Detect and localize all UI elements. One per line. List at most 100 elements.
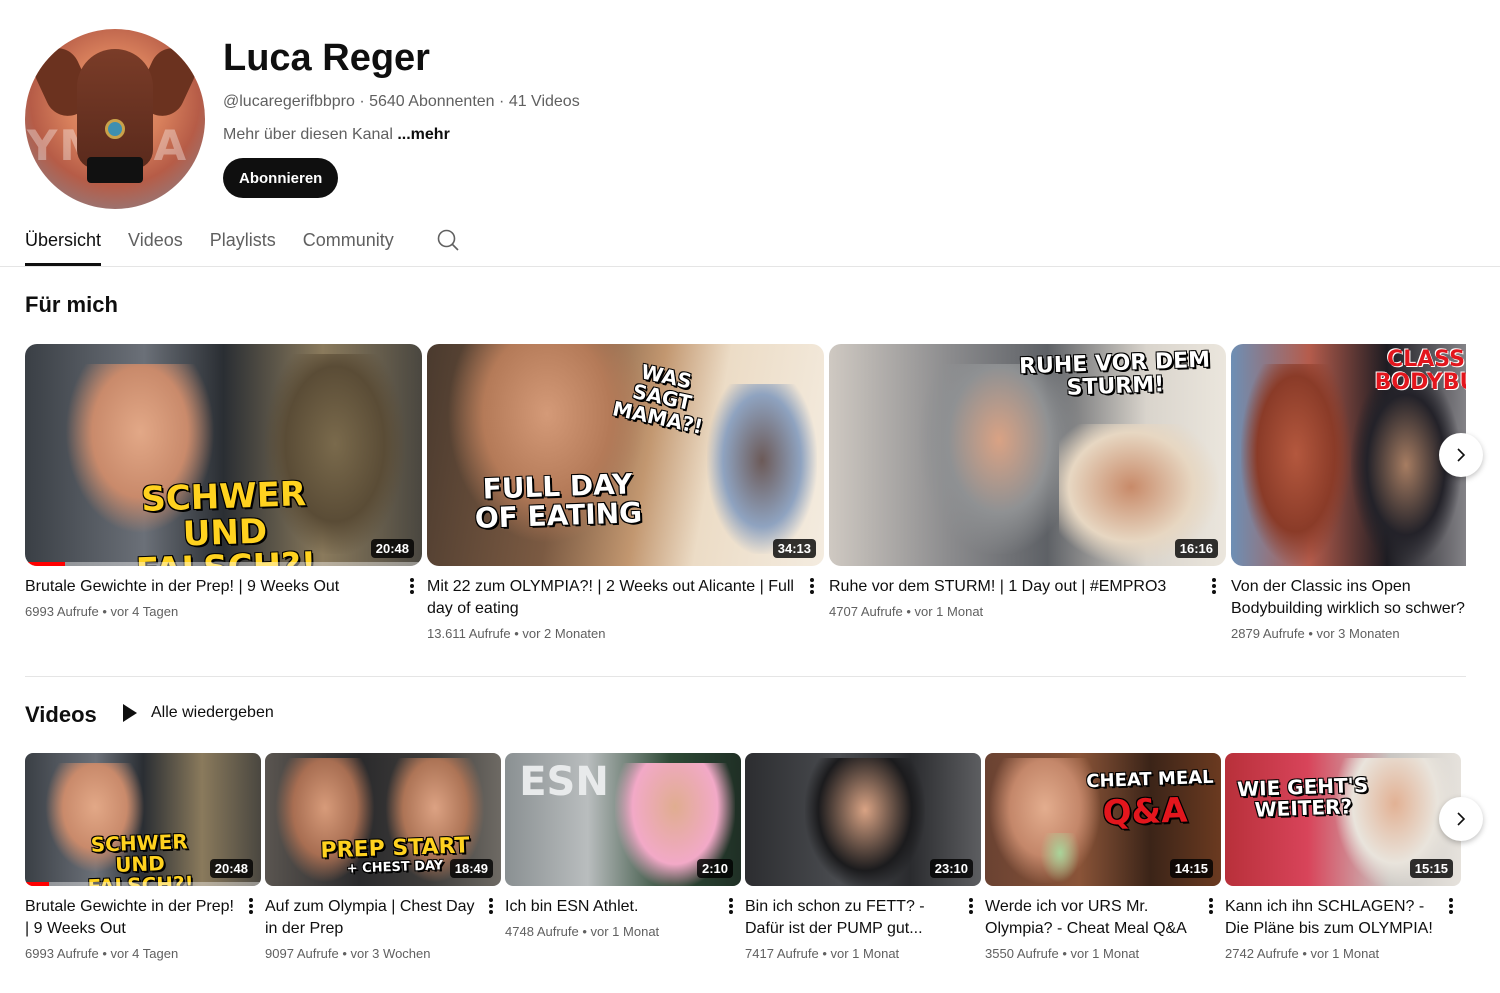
video-card[interactable]: CLASS BODYBU Von der Classic ins Open Bo… <box>1231 344 1466 641</box>
thumbnail-caption: ESN <box>519 759 609 805</box>
upload-age: vor 1 Monat <box>1310 946 1380 961</box>
video-card[interactable]: PREP START + CHEST DAY 18:49 Auf zum Oly… <box>265 753 501 961</box>
view-count: 7417 Aufrufe <box>745 946 819 961</box>
video-duration: 14:15 <box>1169 859 1213 878</box>
view-count: 13.611 Aufrufe <box>427 626 511 641</box>
kebab-menu-icon[interactable] <box>1449 898 1453 916</box>
video-meta: 4748 Aufrufe • vor 1 Monat <box>505 924 660 939</box>
upload-age: vor 4 Tagen <box>110 604 179 619</box>
video-title[interactable]: Ruhe vor dem STURM! | 1 Day out | #EMPRO… <box>829 576 1202 598</box>
tab-videos[interactable]: Videos <box>128 222 183 266</box>
kebab-menu-icon[interactable] <box>249 898 253 916</box>
video-title[interactable]: Von der Classic ins Open Bodybuilding wi… <box>1231 576 1466 620</box>
search-icon[interactable] <box>436 228 460 252</box>
section-title-videos: Videos <box>25 702 97 727</box>
view-count: 6993 Aufrufe <box>25 946 99 961</box>
description-text: Mehr über diesen Kanal <box>223 126 393 143</box>
channel-meta: @lucaregerifbbpro · 5640 Abonnenten · 41… <box>223 93 580 111</box>
video-title[interactable]: Brutale Gewichte in der Prep! | 9 Weeks … <box>25 896 239 940</box>
view-count: 9097 Aufrufe <box>265 946 339 961</box>
upload-age: vor 1 Monat <box>590 924 660 939</box>
view-count: 4748 Aufrufe <box>505 924 579 939</box>
thumbnail-figure <box>1351 384 1461 564</box>
video-thumbnail[interactable]: CHEAT MEAL Q&A 14:15 <box>985 753 1221 886</box>
play-all-button[interactable]: Alle wiedergeben <box>120 704 274 722</box>
watch-progress <box>25 562 65 566</box>
video-meta: 6993 Aufrufe • vor 4 Tagen <box>25 946 179 961</box>
kebab-menu-icon[interactable] <box>410 578 414 596</box>
video-title[interactable]: Auf zum Olympia | Chest Day in der Prep <box>265 896 479 940</box>
video-details: Ruhe vor dem STURM! | 1 Day out | #EMPRO… <box>829 576 1226 619</box>
video-card[interactable]: ESN 2:10 Ich bin ESN Athlet. 4748 Aufruf… <box>505 753 741 939</box>
upload-age: vor 1 Monat <box>830 946 900 961</box>
video-card[interactable]: WIE GEHT'S WEITER? 15:15 Kann ich ihn SC… <box>1225 753 1461 961</box>
upload-age: vor 2 Monaten <box>522 626 606 641</box>
kebab-menu-icon[interactable] <box>489 898 493 916</box>
video-card[interactable]: CHEAT MEAL Q&A 14:15 Werde ich vor URS M… <box>985 753 1221 961</box>
video-meta: 3550 Aufrufe • vor 1 Monat <box>985 946 1140 961</box>
thumbnail-ice-cream <box>1040 833 1080 883</box>
video-thumbnail[interactable]: WIE GEHT'S WEITER? 15:15 <box>1225 753 1461 886</box>
video-title[interactable]: Werde ich vor URS Mr. Olympia? - Cheat M… <box>985 896 1199 940</box>
thumbnail-figure-blurred <box>707 384 817 554</box>
video-thumbnail[interactable]: RUHE VOR DEM STURM! 16:16 <box>829 344 1226 566</box>
video-card[interactable]: RUHE VOR DEM STURM! 16:16 Ruhe vor dem S… <box>829 344 1226 619</box>
video-title[interactable]: Ich bin ESN Athlet. <box>505 896 719 918</box>
subscriber-count: 5640 Abonnenten <box>369 93 495 110</box>
next-arrow-button[interactable] <box>1439 797 1483 841</box>
video-thumbnail[interactable]: SCHWER UND FALSCH?! 20:48 <box>25 753 261 886</box>
video-thumbnail[interactable]: PREP START + CHEST DAY 18:49 <box>265 753 501 886</box>
watch-progress <box>25 882 49 886</box>
tab-playlists[interactable]: Playlists <box>210 222 276 266</box>
video-title[interactable]: Bin ich schon zu FETT? - Dafür ist der P… <box>745 896 959 940</box>
video-title[interactable]: Brutale Gewichte in der Prep! | 9 Weeks … <box>25 576 398 598</box>
thumbnail-caption: SCHWER UND FALSCH?! <box>87 829 195 886</box>
view-count: 2879 Aufrufe <box>1231 626 1305 641</box>
channel-description[interactable]: Mehr über diesen Kanal ...mehr <box>223 126 450 144</box>
tab-overview[interactable]: Übersicht <box>25 222 102 266</box>
view-count: 2742 Aufrufe <box>1225 946 1299 961</box>
thumbnail-caption: CLASS BODYBU <box>1374 347 1466 396</box>
kebab-menu-icon[interactable] <box>729 898 733 916</box>
upload-age: vor 3 Monaten <box>1316 626 1400 641</box>
video-card[interactable]: SCHWER UND FALSCH?! 20:48 Brutale Gewich… <box>25 753 261 961</box>
thumbnail-caption: RUHE VOR DEM STURM! <box>1018 347 1211 401</box>
avatar-medal <box>105 119 125 139</box>
view-count: 6993 Aufrufe <box>25 604 99 619</box>
video-card[interactable]: 23:10 Bin ich schon zu FETT? - Dafür ist… <box>745 753 981 961</box>
meta-separator: · <box>359 93 370 110</box>
video-details: Mit 22 zum OLYMPIA?! | 2 Weeks out Alica… <box>427 576 824 641</box>
video-thumbnail[interactable]: 23:10 <box>745 753 981 886</box>
progress-track <box>25 562 422 566</box>
upload-age: vor 1 Monat <box>914 604 984 619</box>
kebab-menu-icon[interactable] <box>969 898 973 916</box>
video-thumbnail[interactable]: CLASS BODYBU <box>1231 344 1466 566</box>
video-thumbnail[interactable]: SCHWER UND FALSCH?! 20:48 <box>25 344 422 566</box>
video-card[interactable]: WAS SAGT MAMA?! FULL DAY OF EATING 34:13… <box>427 344 824 641</box>
channel-name: Luca Reger <box>223 37 430 79</box>
video-details: Ich bin ESN Athlet. 4748 Aufrufe • vor 1… <box>505 896 741 939</box>
more-link[interactable]: ...mehr <box>397 126 449 143</box>
tabs-divider <box>0 266 1500 267</box>
play-all-label: Alle wiedergeben <box>151 704 274 721</box>
video-title[interactable]: Kann ich ihn SCHLAGEN? - Die Pläne bis z… <box>1225 896 1439 940</box>
kebab-menu-icon[interactable] <box>1212 578 1216 596</box>
kebab-menu-icon[interactable] <box>1209 898 1213 916</box>
video-thumbnail[interactable]: WAS SAGT MAMA?! FULL DAY OF EATING 34:13 <box>427 344 824 566</box>
video-thumbnail[interactable]: ESN 2:10 <box>505 753 741 886</box>
video-details: Auf zum Olympia | Chest Day in der Prep … <box>265 896 501 961</box>
video-details: Von der Classic ins Open Bodybuilding wi… <box>1231 576 1466 641</box>
chevron-right-icon <box>1457 812 1466 826</box>
search-icon-svg <box>437 229 459 251</box>
view-count: 4707 Aufrufe <box>829 604 903 619</box>
video-duration: 20:48 <box>209 859 253 878</box>
video-meta: 7417 Aufrufe • vor 1 Monat <box>745 946 900 961</box>
tab-community[interactable]: Community <box>303 222 394 266</box>
subscribe-button[interactable]: Abonnieren <box>223 158 339 198</box>
video-title[interactable]: Mit 22 zum OLYMPIA?! | 2 Weeks out Alica… <box>427 576 794 620</box>
video-card[interactable]: SCHWER UND FALSCH?! 20:48 Brutale Gewich… <box>25 344 422 619</box>
channel-avatar[interactable]: YMPIA <box>25 29 205 209</box>
next-arrow-button[interactable] <box>1439 433 1483 477</box>
video-details: Werde ich vor URS Mr. Olympia? - Cheat M… <box>985 896 1221 961</box>
kebab-menu-icon[interactable] <box>810 578 814 596</box>
